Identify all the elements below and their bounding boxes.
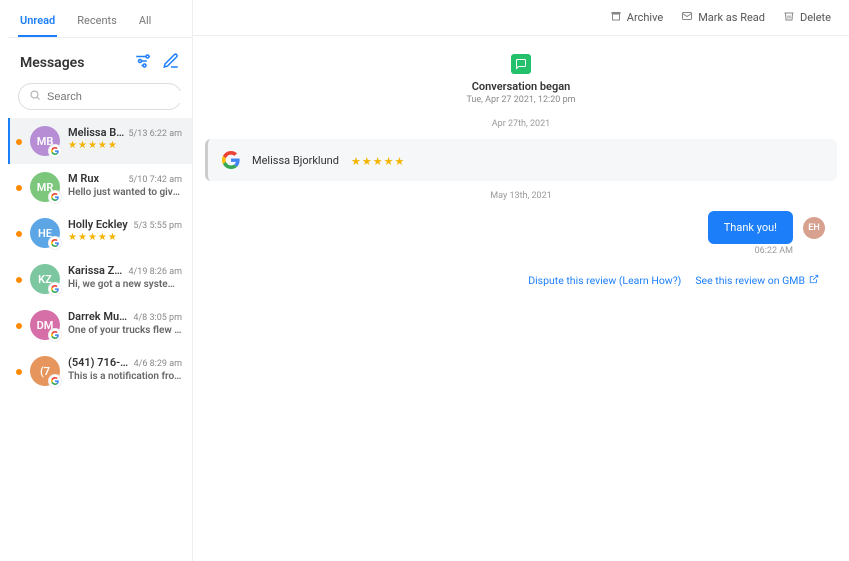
- search-wrap: [8, 83, 192, 118]
- unread-dot: [16, 277, 22, 283]
- conversation-start-sub: Tue, Apr 27 2021, 12:20 pm: [205, 95, 837, 105]
- tab-recents[interactable]: Recents: [75, 10, 119, 37]
- date-marker: May 13th, 2021: [205, 191, 837, 201]
- thread: Conversation began Tue, Apr 27 2021, 12:…: [193, 36, 849, 561]
- rating-stars: ★★★★★: [68, 233, 182, 243]
- filter-icon[interactable]: [134, 52, 152, 73]
- app-root: Unread Recents All Messages: [0, 0, 849, 561]
- main-panel: Archive Mark as Read Delete Conversation…: [193, 0, 849, 561]
- unread-dot: [16, 185, 22, 191]
- avatar-wrap: HE: [30, 218, 60, 248]
- message-preview: Hi, we got a new system installed a...: [68, 279, 182, 290]
- contact-name: Darrek Mullins: [68, 310, 129, 323]
- contact-name: (541) 716-5778: [68, 356, 130, 369]
- unread-dot: [16, 323, 22, 329]
- review-author: Melissa Bjorklund: [252, 154, 339, 167]
- toolbar: Archive Mark as Read Delete: [193, 0, 849, 36]
- sidebar-header: Messages: [8, 38, 192, 83]
- timestamp: 4/8 3:05 pm: [133, 313, 182, 323]
- contact-name: Karissa Zurfluh: [68, 264, 125, 277]
- avatar-wrap: MB: [30, 126, 60, 156]
- conversation-start: Conversation began Tue, Apr 27 2021, 12:…: [205, 54, 837, 105]
- compose-icon[interactable]: [162, 52, 180, 73]
- message-preview: One of your trucks flew past me on...: [68, 325, 182, 336]
- item-body: (541) 716-5778 4/6 8:29 am This is a notif…: [68, 356, 182, 382]
- contact-name: M Rux: [68, 172, 99, 185]
- rating-stars: ★★★★★: [68, 141, 182, 151]
- review-actions: Dispute this review (Learn How?) See thi…: [205, 256, 837, 287]
- contact-list: MBMelissa Bjorklu...5/13 6:22 am★★★★★MRM…: [8, 118, 192, 561]
- search-icon: [29, 89, 41, 104]
- contact-item[interactable]: MB Melissa Bjorklu... 5/13 6:22 am ★★★★★: [8, 118, 192, 164]
- message-bubble: Thank you!: [708, 211, 793, 244]
- unread-dot: [16, 139, 22, 145]
- archive-button[interactable]: Archive: [610, 10, 663, 25]
- search-input[interactable]: [47, 91, 189, 103]
- search-box[interactable]: [18, 83, 182, 110]
- dispute-link[interactable]: Dispute this review (Learn How?): [528, 274, 681, 287]
- unread-dot: [16, 369, 22, 375]
- timestamp: 5/13 6:22 am: [129, 129, 183, 139]
- page-title: Messages: [20, 55, 84, 71]
- contact-item[interactable]: (7 (541) 716-5778 4/6 8:29 am This is a not…: [8, 348, 192, 394]
- google-badge-icon: [48, 144, 62, 158]
- unread-dot: [16, 231, 22, 237]
- item-body: Melissa Bjorklu... 5/13 6:22 am ★★★★★: [68, 126, 182, 151]
- avatar-wrap: KZ: [30, 264, 60, 294]
- item-body: M Rux 5/10 7:42 am Hello just wanted to gi…: [68, 172, 182, 198]
- gmb-link[interactable]: See this review on GMB: [695, 274, 819, 287]
- message-row: Thank you! EH: [205, 211, 825, 244]
- tab-all[interactable]: All: [137, 10, 154, 37]
- contact-name: Melissa Bjorklu...: [68, 126, 125, 139]
- trash-icon: [783, 10, 795, 25]
- avatar-wrap: DM: [30, 310, 60, 340]
- google-badge-icon: [48, 190, 62, 204]
- timestamp: 4/19 8:26 am: [129, 267, 183, 277]
- contact-item[interactable]: MR M Rux 5/10 7:42 am Hello just wanted to …: [8, 164, 192, 210]
- timestamp: 5/3 5:55 pm: [133, 221, 182, 231]
- timestamp: 5/10 7:42 am: [129, 175, 183, 185]
- google-icon: [222, 151, 240, 169]
- chat-icon: [511, 54, 531, 74]
- mark-read-button[interactable]: Mark as Read: [681, 10, 765, 25]
- avatar: EH: [803, 217, 825, 239]
- google-badge-icon: [48, 282, 62, 296]
- contact-item[interactable]: HE Holly Eckley 5/3 5:55 pm ★★★★★: [8, 210, 192, 256]
- mail-icon: [681, 10, 693, 25]
- delete-button[interactable]: Delete: [783, 10, 831, 25]
- external-link-icon: [809, 274, 819, 287]
- date-marker: Apr 27th, 2021: [205, 119, 837, 129]
- message-preview: Hello just wanted to give a heads u...: [68, 187, 182, 198]
- message-timestamp: 06:22 AM: [205, 246, 793, 256]
- left-rail: [0, 0, 8, 561]
- google-badge-icon: [48, 236, 62, 250]
- contact-item[interactable]: KZ Karissa Zurfluh 4/19 8:26 am Hi, we got …: [8, 256, 192, 302]
- sidebar: Unread Recents All Messages: [8, 0, 193, 561]
- review-card: Melissa Bjorklund ★★★★★: [205, 139, 837, 181]
- item-body: Karissa Zurfluh 4/19 8:26 am Hi, we got a …: [68, 264, 182, 290]
- archive-icon: [610, 10, 622, 25]
- google-badge-icon: [48, 374, 62, 388]
- item-body: Holly Eckley 5/3 5:55 pm ★★★★★: [68, 218, 182, 243]
- timestamp: 4/6 8:29 am: [134, 359, 182, 369]
- review-stars: ★★★★★: [351, 156, 404, 167]
- contact-item[interactable]: DM Darrek Mullins 4/8 3:05 pm One of your t…: [8, 302, 192, 348]
- avatar-wrap: MR: [30, 172, 60, 202]
- tab-unread[interactable]: Unread: [18, 10, 57, 37]
- item-body: Darrek Mullins 4/8 3:05 pm One of your tru…: [68, 310, 182, 336]
- tabs: Unread Recents All: [8, 0, 192, 38]
- message-preview: This is a notification from Ferguso...: [68, 371, 182, 382]
- google-badge-icon: [48, 328, 62, 342]
- avatar-wrap: (7: [30, 356, 60, 386]
- conversation-start-title: Conversation began: [205, 80, 837, 93]
- contact-name: Holly Eckley: [68, 218, 128, 231]
- header-actions: [134, 52, 180, 73]
